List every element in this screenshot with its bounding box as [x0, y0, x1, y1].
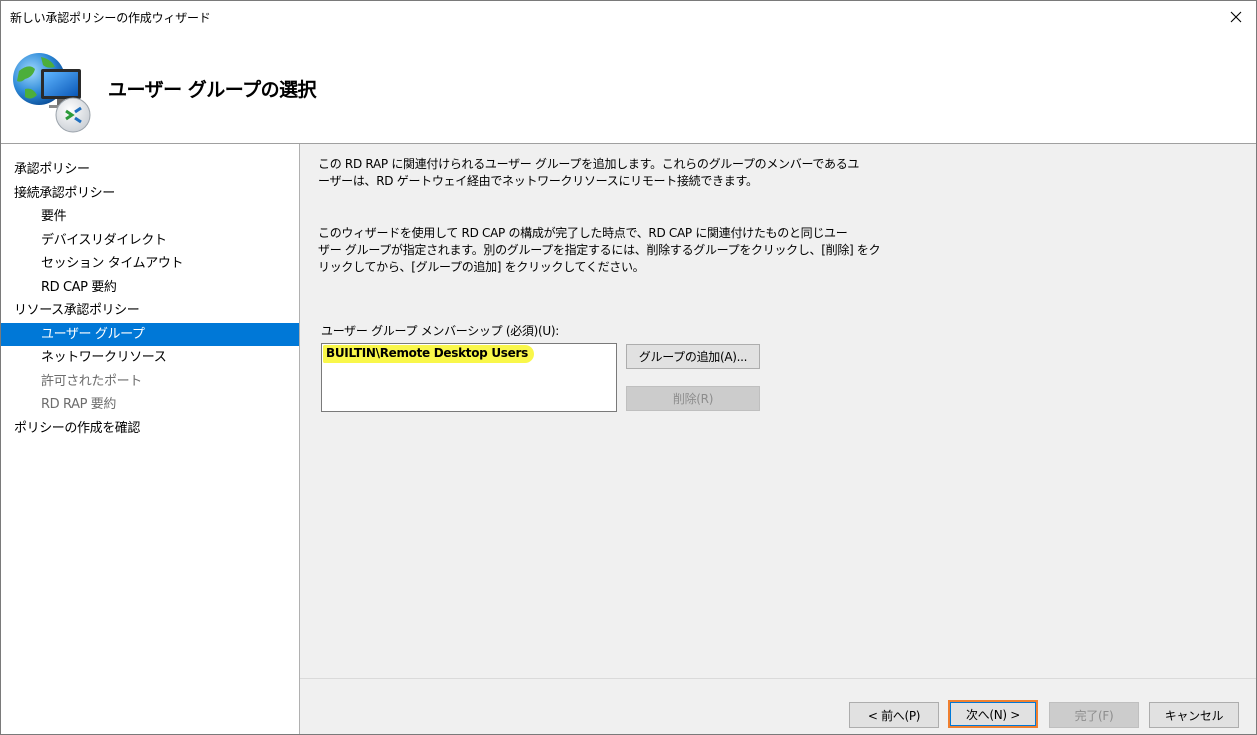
nav-step-allowed-ports: 許可されたポート	[41, 373, 142, 389]
instruction-text: このウィザードを使用して RD CAP の構成が完了した時点で、RD CAP に…	[318, 225, 918, 276]
description-line: ーザーは、RD ゲートウェイ経由でネットワークリソースにリモート接続できます。	[318, 174, 758, 188]
wizard-content: この RD RAP に関連付けられるユーザー グループを追加します。これらのグル…	[300, 144, 1256, 678]
nav-step-rd-cap-summary[interactable]: RD CAP 要約	[1, 276, 299, 300]
window-title: 新しい承認ポリシーの作成ウィザード	[10, 11, 211, 25]
add-group-button[interactable]: グループの追加(A)...	[626, 344, 760, 369]
list-item[interactable]: BUILTIN\Remote Desktop Users	[323, 345, 534, 363]
wizard-footer: < 前へ(P) 次へ(N) > 完了(F) キャンセル	[300, 678, 1256, 734]
nav-step-user-groups[interactable]: ユーザー グループ	[1, 322, 299, 346]
wizard-header: ユーザー グループの選択	[1, 32, 1256, 144]
nav-step-requirements[interactable]: 要件	[1, 205, 299, 229]
nav-step-device-redirection[interactable]: デバイスリダイレクト	[1, 229, 299, 253]
close-button[interactable]	[1216, 1, 1256, 32]
rd-gateway-globe-icon	[13, 53, 91, 133]
nav-step-authorization-policies[interactable]: 承認ポリシー	[1, 158, 299, 182]
instruction-line: リックしてから、[グループの追加] をクリックしてください。	[318, 260, 645, 274]
cancel-button[interactable]: キャンセル	[1149, 702, 1239, 728]
nav-step-rd-rap-summary: RD RAP 要約	[41, 397, 116, 412]
back-button[interactable]: < 前へ(P)	[849, 702, 939, 728]
nav-step-resource-authorization-policy[interactable]: リソース承認ポリシー	[1, 299, 299, 323]
wizard-window: 新しい承認ポリシーの作成ウィザード ユーザー グループの選択 承認ポリシー 接続…	[0, 0, 1257, 735]
remove-button: 削除(R)	[626, 386, 760, 411]
user-group-membership-label: ユーザー グループ メンバーシップ (必須)(U):	[321, 324, 559, 338]
next-button[interactable]: 次へ(N) >	[948, 700, 1038, 728]
wizard-step-list: 承認ポリシー 接続承認ポリシー 要件 デバイスリダイレクト セッション タイムア…	[1, 144, 300, 734]
instruction-line: このウィザードを使用して RD CAP の構成が完了した時点で、RD CAP に…	[318, 226, 848, 240]
finish-button: 完了(F)	[1049, 702, 1139, 728]
description-text: この RD RAP に関連付けられるユーザー グループを追加します。これらのグル…	[318, 156, 918, 190]
description-line: この RD RAP に関連付けられるユーザー グループを追加します。これらのグル…	[318, 157, 860, 171]
page-title: ユーザー グループの選択	[108, 79, 317, 101]
title-bar: 新しい承認ポリシーの作成ウィザード	[1, 1, 1256, 32]
user-group-listbox[interactable]: BUILTIN\Remote Desktop Users	[321, 343, 617, 412]
nav-step-connection-authorization-policy[interactable]: 接続承認ポリシー	[1, 182, 299, 206]
nav-step-session-timeout[interactable]: セッション タイムアウト	[1, 252, 299, 276]
close-icon	[1230, 11, 1242, 22]
instruction-line: ザー グループが指定されます。別のグループを指定するには、削除するグループをクリ…	[318, 243, 881, 257]
nav-step-confirm-policy-creation[interactable]: ポリシーの作成を確認	[1, 417, 299, 441]
nav-step-network-resource[interactable]: ネットワークリソース	[1, 346, 299, 370]
